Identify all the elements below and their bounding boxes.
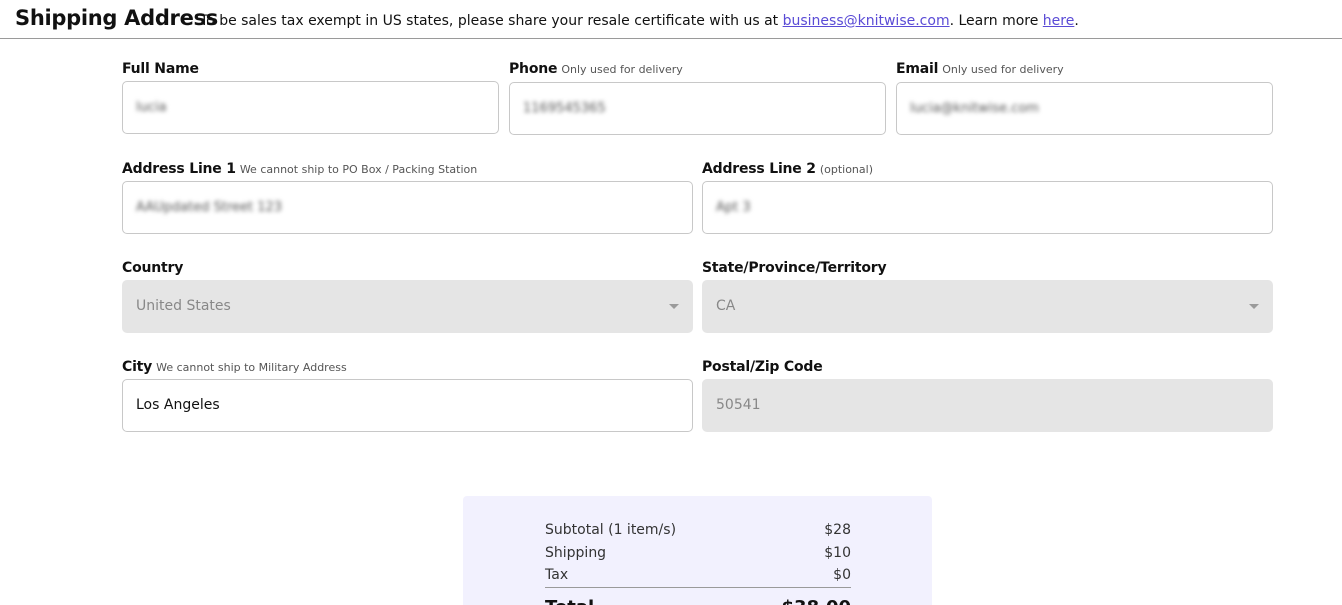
learn-more-link[interactable]: here bbox=[1043, 13, 1075, 29]
address-line-2-label: Address Line 2 (optional) bbox=[702, 161, 873, 177]
total-row: Total $38.00 bbox=[545, 597, 851, 605]
state-label-text: State/Province/Territory bbox=[702, 260, 887, 276]
total-label: Total bbox=[545, 597, 594, 605]
postal-code-label: Postal/Zip Code bbox=[702, 359, 823, 375]
postal-code-label-text: Postal/Zip Code bbox=[702, 359, 823, 375]
total-value: $38.00 bbox=[782, 597, 851, 605]
full-name-value: lucia bbox=[136, 100, 167, 115]
chevron-down-icon bbox=[669, 304, 679, 309]
email-value: lucia@knitwise.com bbox=[910, 101, 1039, 116]
city-hint: We cannot ship to Military Address bbox=[156, 361, 347, 374]
state-label: State/Province/Territory bbox=[702, 260, 887, 276]
full-name-input[interactable]: lucia bbox=[122, 81, 499, 134]
page-header: Shipping Address To be sales tax exempt … bbox=[0, 0, 1342, 39]
state-value: CA bbox=[716, 298, 736, 314]
country-select[interactable]: United States bbox=[122, 280, 693, 333]
country-label-text: Country bbox=[122, 260, 184, 276]
city-value: Los Angeles bbox=[136, 397, 220, 413]
notice-text: To be sales tax exempt in US states, ple… bbox=[200, 13, 779, 29]
address-line-2-value: Apt 3 bbox=[716, 200, 751, 215]
tax-row: Tax $0 bbox=[545, 567, 851, 588]
chevron-down-icon bbox=[1249, 304, 1259, 309]
business-email-link[interactable]: business@knitwise.com bbox=[783, 13, 950, 29]
country-value: United States bbox=[136, 298, 231, 314]
notice-end-text: . bbox=[1074, 13, 1079, 29]
postal-code-value: 50541 bbox=[716, 397, 761, 413]
phone-input[interactable]: 1169545365 bbox=[509, 82, 886, 135]
city-label: City We cannot ship to Military Address bbox=[122, 359, 347, 375]
city-label-text: City bbox=[122, 359, 153, 375]
shipping-label: Shipping bbox=[545, 545, 607, 561]
email-hint: Only used for delivery bbox=[942, 63, 1064, 76]
country-label: Country bbox=[122, 260, 183, 276]
subtotal-value: $28 bbox=[824, 522, 851, 538]
tax-exempt-notice: To be sales tax exempt in US states, ple… bbox=[200, 13, 1079, 29]
full-name-label-text: Full Name bbox=[122, 61, 199, 77]
address-line-1-label-text: Address Line 1 bbox=[122, 161, 236, 177]
phone-value: 1169545365 bbox=[523, 101, 606, 116]
postal-code-input[interactable]: 50541 bbox=[702, 379, 1273, 432]
tax-value: $0 bbox=[833, 567, 851, 583]
subtotal-row: Subtotal (1 item/s) $28 bbox=[545, 522, 851, 538]
tax-label: Tax bbox=[545, 567, 569, 583]
city-input[interactable]: Los Angeles bbox=[122, 379, 693, 432]
email-label: Email Only used for delivery bbox=[896, 61, 1064, 77]
address-line-1-value: AAUpdated Street 123 bbox=[136, 200, 283, 215]
address-line-2-input[interactable]: Apt 3 bbox=[702, 181, 1273, 234]
shipping-value: $10 bbox=[824, 545, 851, 561]
phone-label: Phone Only used for delivery bbox=[509, 61, 683, 77]
subtotal-label: Subtotal (1 item/s) bbox=[545, 522, 677, 538]
address-line-1-label: Address Line 1 We cannot ship to PO Box /… bbox=[122, 161, 477, 177]
email-label-text: Email bbox=[896, 61, 939, 77]
address-line-1-hint: We cannot ship to PO Box / Packing Stati… bbox=[239, 163, 478, 176]
page-title: Shipping Address bbox=[15, 6, 218, 30]
address-line-2-label-text: Address Line 2 bbox=[702, 161, 816, 177]
email-input[interactable]: lucia@knitwise.com bbox=[896, 82, 1273, 135]
phone-hint: Only used for delivery bbox=[561, 63, 683, 76]
state-select[interactable]: CA bbox=[702, 280, 1273, 333]
notice-learn-more-text: . Learn more bbox=[949, 13, 1039, 29]
order-summary: Subtotal (1 item/s) $28 Shipping $10 Tax… bbox=[463, 496, 932, 605]
address-line-1-input[interactable]: AAUpdated Street 123 bbox=[122, 181, 693, 234]
shipping-row: Shipping $10 bbox=[545, 545, 851, 561]
phone-label-text: Phone bbox=[509, 61, 558, 77]
address-line-2-hint: (optional) bbox=[819, 163, 873, 176]
full-name-label: Full Name bbox=[122, 61, 199, 77]
